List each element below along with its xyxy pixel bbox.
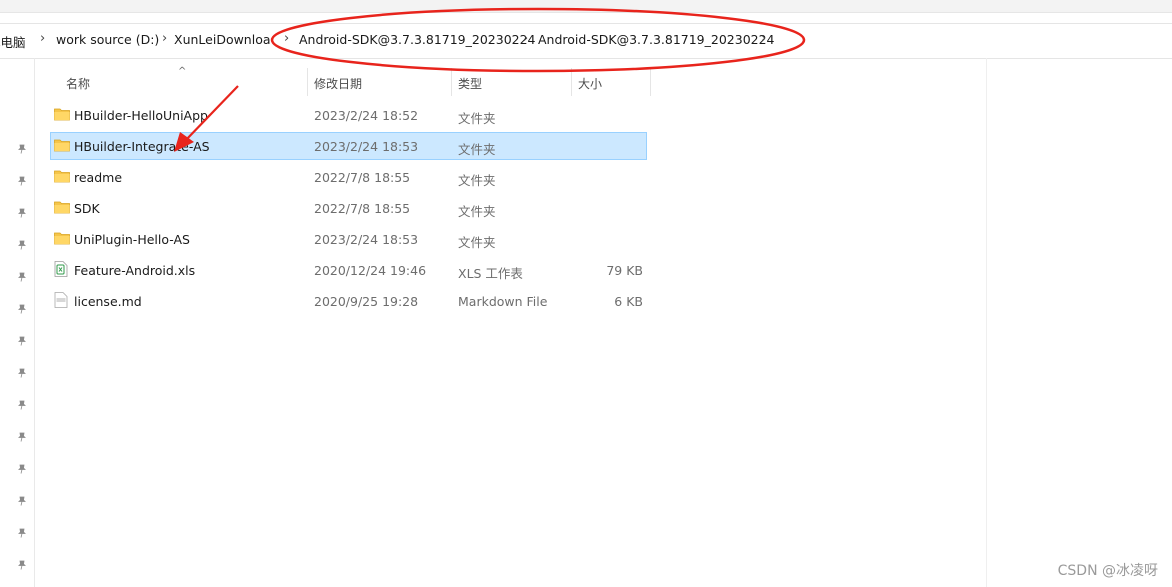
file-row-selected[interactable]: HBuilder-Integrate-AS 2023/2/24 18:53 文件… xyxy=(50,132,647,160)
file-row[interactable]: UniPlugin-Hello-AS 2023/2/24 18:53 文件夹 xyxy=(50,225,647,253)
pin-icon[interactable] xyxy=(17,432,27,442)
markdown-file-icon xyxy=(54,292,70,308)
file-type: 文件夹 xyxy=(458,173,496,188)
file-row[interactable]: Feature-Android.xls 2020/12/24 19:46 XLS… xyxy=(50,256,647,284)
file-type: 文件夹 xyxy=(458,142,496,157)
pin-icon[interactable] xyxy=(17,144,27,154)
pin-icon[interactable] xyxy=(17,240,27,250)
folder-icon xyxy=(54,231,70,245)
folder-icon xyxy=(54,169,70,183)
column-header-date-label: 修改日期 xyxy=(314,77,363,91)
file-name: Feature-Android.xls xyxy=(74,263,196,278)
column-header-type-label: 类型 xyxy=(458,77,483,91)
pin-icon[interactable] xyxy=(17,176,27,186)
file-type: XLS 工作表 xyxy=(458,266,523,281)
watermark: CSDN @冰凌呀 xyxy=(1057,563,1158,579)
xls-file-icon xyxy=(54,261,70,277)
pin-icon[interactable] xyxy=(17,496,27,506)
pane-divider xyxy=(986,58,987,587)
file-row[interactable]: license.md 2020/9/25 19:28 Markdown File… xyxy=(50,287,647,315)
file-row[interactable]: readme 2022/7/8 18:55 文件夹 xyxy=(50,163,647,191)
annotation-ellipse xyxy=(270,7,806,73)
annotation-arrow xyxy=(174,85,239,152)
pin-icon[interactable] xyxy=(17,208,27,218)
navigation-pane[interactable] xyxy=(0,58,35,587)
file-size: 79 KB xyxy=(606,263,643,278)
pin-icon[interactable] xyxy=(17,400,27,410)
pin-icon[interactable] xyxy=(17,464,27,474)
breadcrumb-drive-d[interactable]: work source (D:) xyxy=(56,32,159,47)
file-name: readme xyxy=(74,170,123,185)
file-date: 2023/2/24 18:53 xyxy=(314,232,419,247)
file-type: 文件夹 xyxy=(458,111,496,126)
file-name: UniPlugin-Hello-AS xyxy=(74,232,190,247)
file-type: 文件夹 xyxy=(458,204,496,219)
file-date: 2023/2/24 18:53 xyxy=(314,139,419,154)
column-header-size-label: 大小 xyxy=(578,77,603,91)
folder-icon xyxy=(54,138,70,152)
pin-icon[interactable] xyxy=(17,272,27,282)
file-date: 2023/2/24 18:52 xyxy=(314,108,419,123)
file-date: 2022/7/8 18:55 xyxy=(314,170,411,185)
file-date: 2020/9/25 19:28 xyxy=(314,294,419,309)
chevron-right-icon[interactable]: › xyxy=(162,31,167,46)
file-type: 文件夹 xyxy=(458,235,496,250)
file-name: SDK xyxy=(74,201,100,216)
file-date: 2022/7/8 18:55 xyxy=(314,201,411,216)
pin-icon[interactable] xyxy=(17,528,27,538)
pin-icon[interactable] xyxy=(17,336,27,346)
pin-icon[interactable] xyxy=(17,304,27,314)
pin-icon[interactable] xyxy=(17,368,27,378)
file-size: 6 KB xyxy=(614,294,643,309)
file-type: Markdown File xyxy=(458,294,548,309)
file-row[interactable]: HBuilder-HelloUniApp 2023/2/24 18:52 文件夹 xyxy=(50,101,647,129)
column-header-name-label: 名称 xyxy=(66,77,91,91)
chevron-right-icon[interactable]: › xyxy=(40,31,45,46)
breadcrumb-xunleidownload[interactable]: XunLeiDownload xyxy=(174,32,270,47)
file-row[interactable]: SDK 2022/7/8 18:55 文件夹 xyxy=(50,194,647,222)
pin-icon[interactable] xyxy=(17,560,27,570)
file-date: 2020/12/24 19:46 xyxy=(314,263,427,278)
file-name: license.md xyxy=(74,294,142,309)
folder-icon xyxy=(54,200,70,214)
breadcrumb-this-pc[interactable]: 此电脑 xyxy=(0,32,26,51)
folder-icon xyxy=(54,107,70,121)
